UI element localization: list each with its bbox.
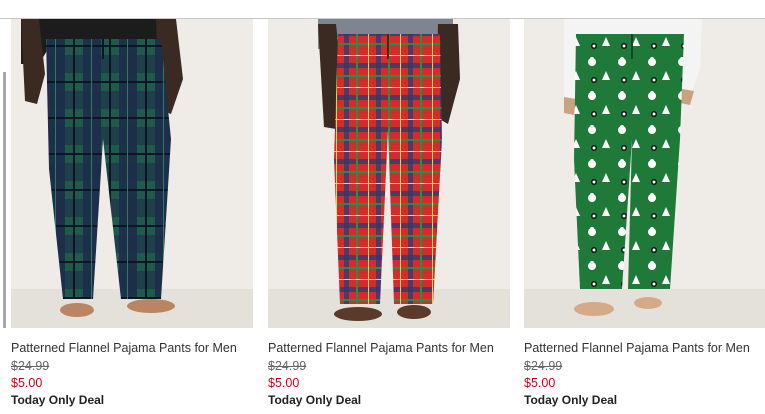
original-price: $24.99 — [11, 359, 50, 373]
deal-badge: Today Only Deal — [11, 393, 105, 407]
product-image[interactable] — [11, 19, 253, 328]
sale-price: $5.00 — [11, 376, 43, 390]
product-name[interactable]: Patterned Flannel Pajama Pants for Men — [268, 341, 510, 356]
scrollbar[interactable] — [3, 72, 6, 328]
product-card[interactable]: Patterned Flannel Pajama Pants for Men $… — [268, 19, 510, 408]
product-name[interactable]: Patterned Flannel Pajama Pants for Men — [11, 341, 253, 356]
deal-badge: Today Only Deal — [524, 393, 618, 407]
sale-price: $5.00 — [268, 376, 300, 390]
product-card[interactable]: Patterned Flannel Pajama Pants for Men $… — [11, 19, 253, 408]
product-image[interactable] — [268, 19, 510, 328]
original-price: $24.99 — [268, 359, 307, 373]
product-card[interactable]: Patterned Flannel Pajama Pants for Men $… — [524, 19, 765, 408]
product-name[interactable]: Patterned Flannel Pajama Pants for Men — [524, 341, 765, 356]
deal-badge: Today Only Deal — [268, 393, 362, 407]
sale-price: $5.00 — [524, 376, 556, 390]
product-image[interactable] — [524, 19, 765, 328]
original-price: $24.99 — [524, 359, 563, 373]
